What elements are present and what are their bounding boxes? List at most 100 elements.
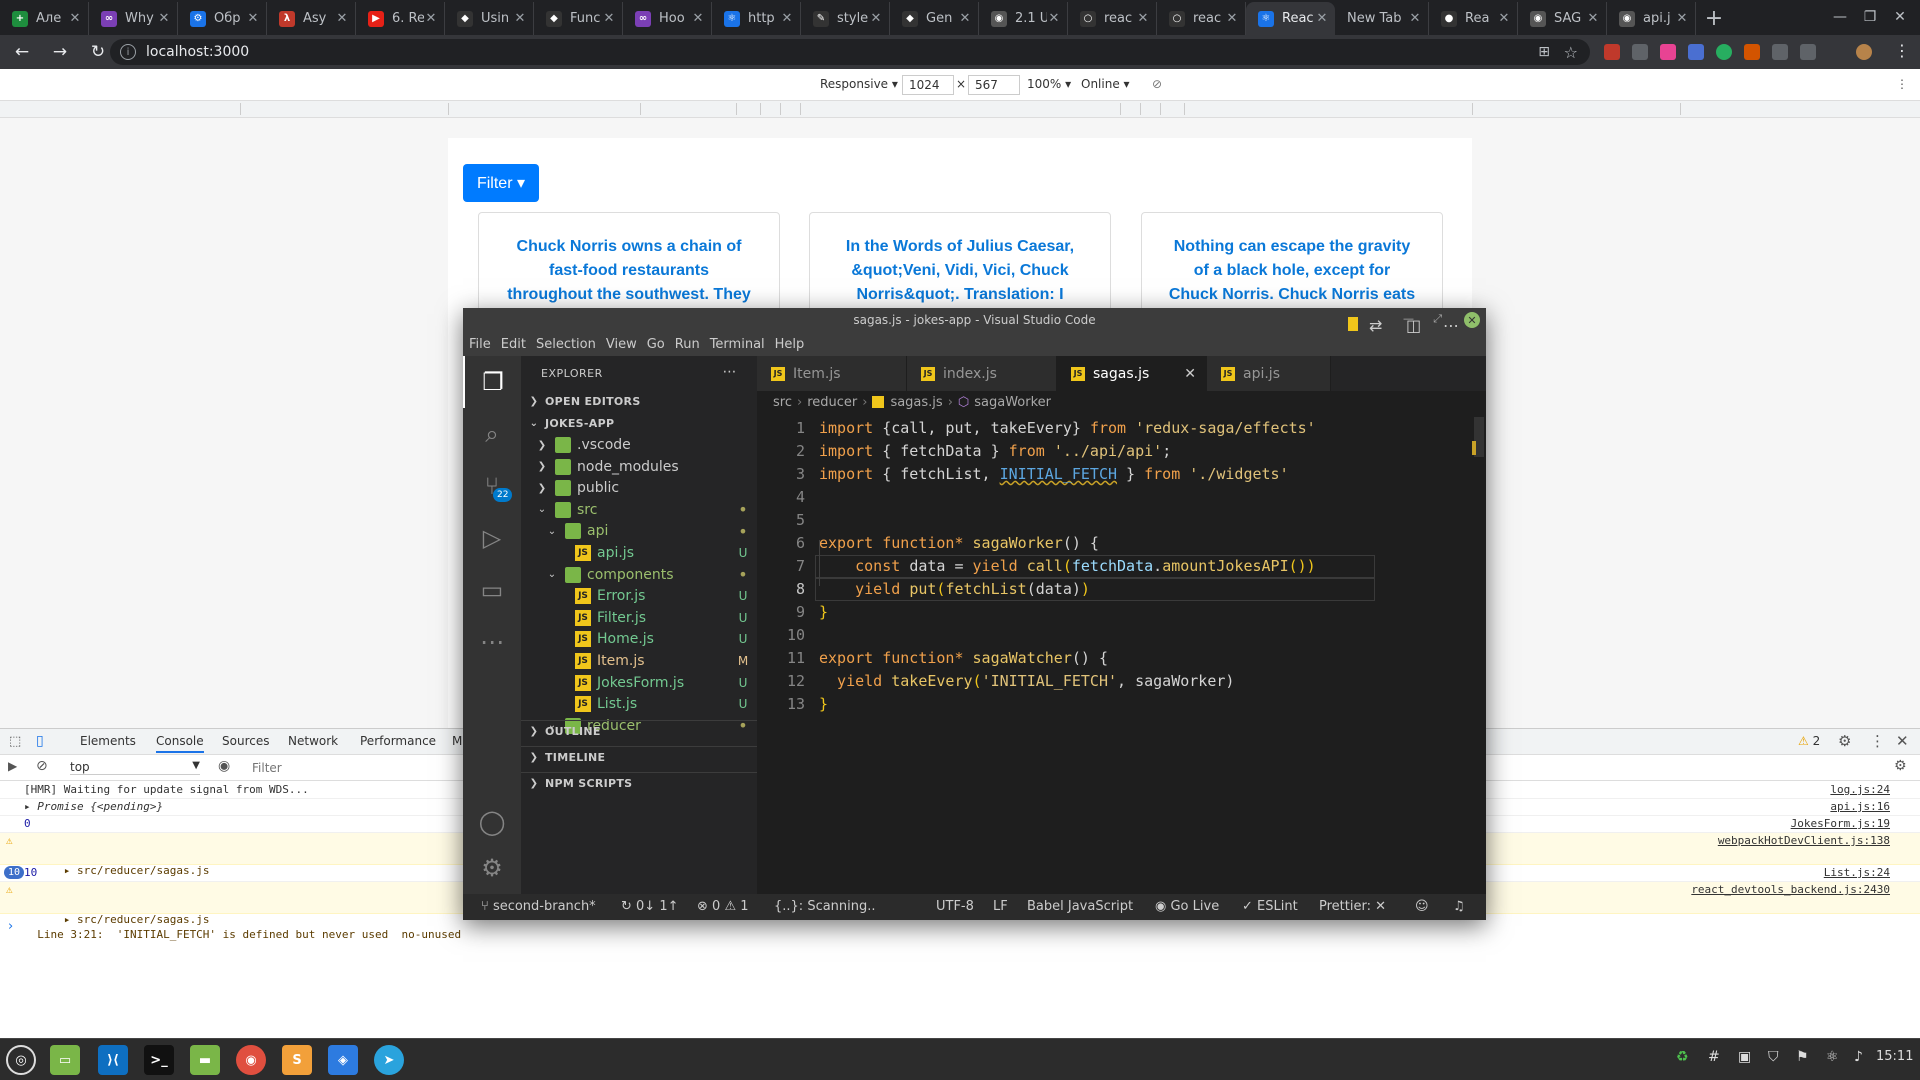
network-icon[interactable]: ⚛	[1826, 1049, 1839, 1065]
code-line[interactable]: 10	[757, 624, 1472, 647]
filter-dropdown-button[interactable]: Filter ▾	[463, 164, 539, 202]
browser-tab[interactable]: ∞ Hoo ✕	[623, 2, 712, 35]
vscode-taskbar-icon[interactable]: ⟩⟨	[98, 1045, 128, 1075]
sidebar-toggle-icon[interactable]: ▶	[8, 759, 17, 773]
code-editor[interactable]: 1 import {call, put, takeEvery} from 'red…	[757, 413, 1472, 894]
accounts-icon[interactable]: ◯	[463, 796, 521, 848]
menu-item-go[interactable]: Go	[647, 337, 665, 352]
editor-tab[interactable]: JS index.js	[907, 356, 1057, 391]
browser-tab[interactable]: ○ reac ✕	[1157, 2, 1246, 35]
code-line[interactable]: 9}	[757, 601, 1472, 624]
npm-scripts-section[interactable]: ❯ NPM SCRIPTS	[521, 772, 757, 794]
ruler-segment[interactable]	[1184, 103, 1185, 115]
tree-folder[interactable]: ⌄ api •	[521, 520, 757, 542]
tab-close-icon[interactable]: ✕	[157, 11, 171, 26]
tab-close-icon[interactable]: ✕	[1497, 11, 1511, 26]
browser-tab[interactable]: ◉ SAG ✕	[1518, 2, 1607, 35]
viewport-width-input[interactable]	[902, 75, 954, 95]
recycle-icon[interactable]: ♻	[1676, 1049, 1689, 1065]
tree-folder[interactable]: ❯ node_modules	[521, 456, 757, 478]
menu-item-edit[interactable]: Edit	[501, 337, 526, 352]
browser-tab[interactable]: + Але ✕	[0, 2, 89, 35]
eslint-status[interactable]: ✓ ESLint	[1242, 899, 1298, 914]
tree-file[interactable]: JS List.js U	[521, 693, 757, 715]
tab-close-icon[interactable]: ✕	[68, 11, 82, 26]
start-menu-icon[interactable]: ◎	[6, 1045, 36, 1075]
console-source-link[interactable]: JokesForm.js:19	[1791, 816, 1890, 831]
run-debug-icon[interactable]: ▷	[463, 512, 521, 564]
ruler-segment[interactable]	[240, 103, 241, 115]
menu-item-view[interactable]: View	[606, 337, 637, 352]
browser-tab[interactable]: ◆ Gen ✕	[890, 2, 979, 35]
tree-file[interactable]: JS Home.js U	[521, 628, 757, 650]
tree-file[interactable]: JS Filter.js U	[521, 607, 757, 629]
console-filter-input[interactable]	[252, 758, 462, 778]
rotate-icon[interactable]: ⊘	[1152, 77, 1162, 91]
tab-close-icon[interactable]: ✕	[1225, 11, 1239, 26]
tree-file[interactable]: JS Item.js M	[521, 650, 757, 672]
browser-tab[interactable]: ✎ style ✕	[801, 2, 890, 35]
browser-tab[interactable]: ∞ Why ✕	[89, 2, 178, 35]
console-source-link[interactable]: webpackHotDevClient.js:138	[1718, 833, 1890, 848]
viewport-height-input[interactable]	[968, 75, 1020, 95]
code-line[interactable]: 5	[757, 509, 1472, 532]
slack-icon[interactable]: #	[1708, 1049, 1720, 1065]
react-devtools-extension-icon[interactable]	[1744, 44, 1760, 60]
devtools-tab-sources[interactable]: Sources	[222, 734, 269, 748]
context-select[interactable]: top ▼	[70, 760, 200, 775]
scanning-status[interactable]: {..}: Scanning..	[774, 899, 876, 914]
tree-file[interactable]: JS Error.js U	[521, 585, 757, 607]
new-tab-button[interactable]: +	[1696, 2, 1732, 35]
console-source-link[interactable]: react_devtools_backend.js:2430	[1691, 882, 1890, 897]
ruler-segment[interactable]	[1120, 103, 1121, 115]
console-source-link[interactable]: api.js:16	[1830, 799, 1890, 814]
menu-item-terminal[interactable]: Terminal	[710, 337, 765, 352]
tab-close-icon[interactable]: ✕	[335, 11, 349, 26]
devtools-menu-icon[interactable]: ⋮	[1870, 732, 1885, 750]
back-button[interactable]: ←	[6, 36, 38, 68]
open-editors-section[interactable]: ❯ OPEN EDITORS	[521, 390, 757, 412]
compare-changes-icon[interactable]: ⇄	[1369, 316, 1382, 335]
devtools-close-icon[interactable]: ✕	[1896, 732, 1909, 750]
tree-file[interactable]: JS api.js U	[521, 542, 757, 564]
tab-close-icon[interactable]: ✕	[1047, 11, 1061, 26]
breadcrumb-item[interactable]: reducer	[807, 395, 857, 410]
ruler-segment[interactable]	[1140, 103, 1141, 115]
chrome-icon[interactable]: ◉	[236, 1045, 266, 1075]
tab-close-icon[interactable]: ✕	[1675, 11, 1689, 26]
ublock-extension-icon[interactable]	[1604, 44, 1620, 60]
language-status[interactable]: Babel JavaScript	[1027, 899, 1133, 914]
search-icon[interactable]: ⌕	[463, 408, 521, 460]
sublime-icon[interactable]: S	[282, 1045, 312, 1075]
files-desktop-icon[interactable]: ▭	[50, 1045, 80, 1075]
feedback-icon[interactable]: ☺	[1415, 899, 1429, 914]
tree-folder[interactable]: ❯ .vscode	[521, 434, 757, 456]
eol-status[interactable]: LF	[993, 899, 1008, 914]
file-manager-icon[interactable]: ▬	[190, 1045, 220, 1075]
ruler-segment[interactable]	[1472, 103, 1473, 115]
menu-item-help[interactable]: Help	[775, 337, 805, 352]
menu-item-selection[interactable]: Selection	[536, 337, 596, 352]
browser-tab[interactable]: ◉ api.j ✕	[1607, 2, 1696, 35]
outline-section[interactable]: ❯ OUTLINE	[521, 720, 757, 742]
tab-close-icon[interactable]: ✕	[1136, 11, 1150, 26]
code-line[interactable]: 4	[757, 486, 1472, 509]
profile-avatar[interactable]	[1856, 44, 1872, 60]
browser-tab[interactable]: ◆ Usin ✕	[445, 2, 534, 35]
timeline-section[interactable]: ❯ TIMELINE	[521, 746, 757, 768]
git-branch-status[interactable]: ⑂ second-branch*	[481, 899, 596, 914]
code-line[interactable]: 1 import {call, put, takeEvery} from 'red…	[757, 417, 1472, 440]
devtools-tab-more[interactable]: M	[452, 734, 462, 748]
grammar-extension-icon[interactable]	[1716, 44, 1732, 60]
browser-tab[interactable]: λ Asy ✕	[267, 2, 356, 35]
remote-explorer-icon[interactable]: ▭	[463, 564, 521, 616]
browser-tab[interactable]: ◉ 2.1 U ✕	[979, 2, 1068, 35]
code-line[interactable]: 12 yield takeEvery('INITIAL_FETCH', saga…	[757, 670, 1472, 693]
device-toggle-icon[interactable]: ▯	[36, 733, 44, 749]
throttle-select[interactable]: Online ▾	[1081, 77, 1130, 91]
editor-tab[interactable]: JS Item.js	[757, 356, 907, 391]
code-line[interactable]: 13}	[757, 693, 1472, 716]
console-prompt[interactable]: ›	[8, 919, 13, 934]
tab-close-icon[interactable]: ✕	[602, 11, 616, 26]
breadcrumb-item[interactable]: sagas.js	[890, 395, 942, 410]
